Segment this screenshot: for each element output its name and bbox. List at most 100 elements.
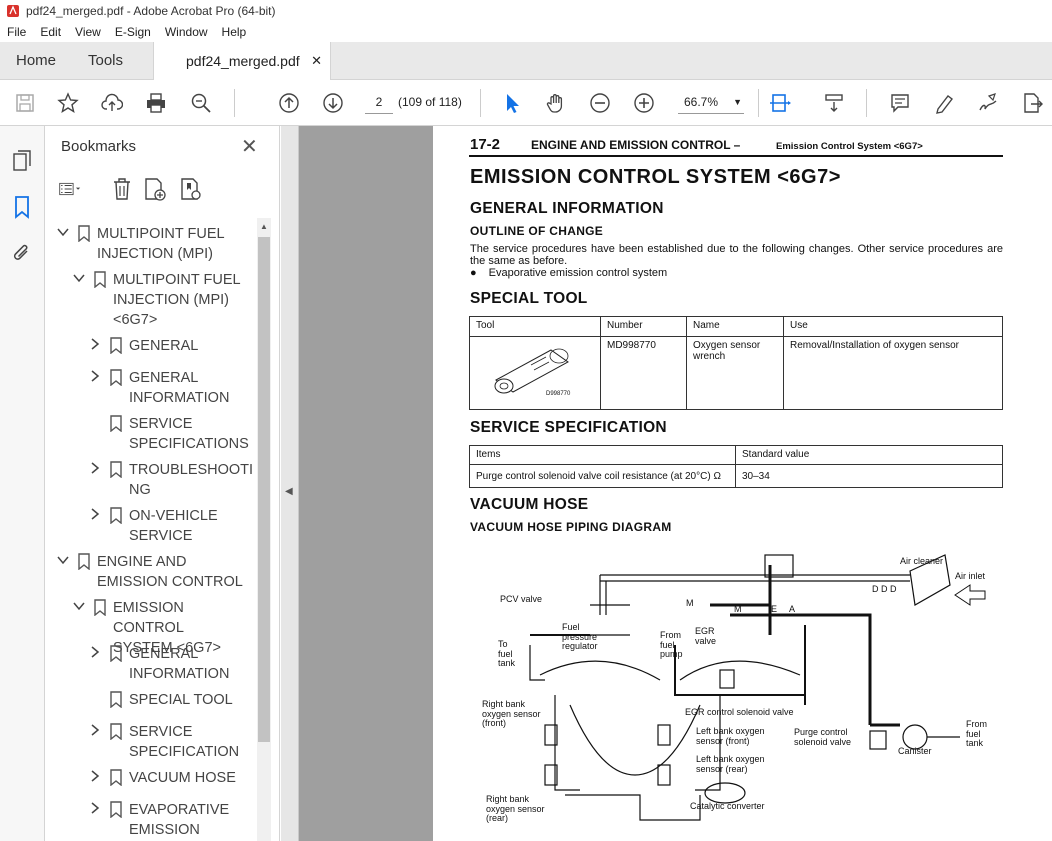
- tab-bar: Home Tools pdf24_merged.pdf ✕: [0, 42, 1052, 81]
- hand-tool-icon[interactable]: [544, 91, 568, 115]
- diagram-drawing: [529, 554, 986, 821]
- comment-icon[interactable]: [888, 91, 912, 115]
- bookmark-search-icon[interactable]: [179, 176, 203, 202]
- chevron-right-icon[interactable]: [89, 646, 101, 658]
- menu-file[interactable]: File: [0, 25, 33, 39]
- bookmark-item[interactable]: GENERAL INFORMATION: [89, 368, 257, 412]
- chevron-right-icon[interactable]: [89, 338, 101, 350]
- chevron-right-icon[interactable]: [89, 770, 101, 782]
- highlight-pen-icon[interactable]: [932, 91, 956, 115]
- chevron-down-icon[interactable]: [73, 272, 85, 284]
- prev-page-icon[interactable]: [277, 91, 301, 115]
- menu-help[interactable]: Help: [215, 25, 254, 39]
- toolbar-divider: [234, 89, 235, 117]
- bookmark-label: GENERAL: [129, 338, 199, 354]
- fit-page-icon[interactable]: [768, 91, 792, 115]
- zoom-select[interactable]: 66.7% ▼: [678, 90, 744, 114]
- menu-edit[interactable]: Edit: [33, 25, 68, 39]
- chevron-down-icon[interactable]: [73, 600, 85, 612]
- chevron-down-icon: ▼: [733, 97, 742, 107]
- heading-service-spec: SERVICE SPECIFICATION: [470, 419, 667, 436]
- print-icon[interactable]: [144, 91, 168, 115]
- heading-vacuum-hose: VACUUM HOSE: [470, 496, 589, 513]
- label-purge-solenoid: Purge control solenoid valve: [794, 727, 852, 747]
- zoom-in-icon[interactable]: [632, 91, 656, 115]
- scroll-up-icon[interactable]: ▲: [260, 222, 268, 231]
- chevron-right-icon[interactable]: [89, 508, 101, 520]
- zoom-out-icon[interactable]: [588, 91, 612, 115]
- service-spec-table: Items Standard value Purge control solen…: [469, 445, 1003, 488]
- menu-window[interactable]: Window: [158, 25, 215, 39]
- heading-piping-diagram: VACUUM HOSE PIPING DIAGRAM: [470, 520, 672, 534]
- title-bar: pdf24_merged.pdf - Adobe Acrobat Pro (64…: [0, 0, 1052, 22]
- label-egr-solenoid: EGR control solenoid valve: [685, 707, 794, 717]
- chevron-down-icon[interactable]: [57, 554, 69, 566]
- scroll-mode-icon[interactable]: [822, 91, 846, 115]
- chevron-right-icon[interactable]: [89, 724, 101, 736]
- th-tool: Tool: [469, 316, 601, 337]
- acrobat-app-icon: [7, 5, 19, 17]
- bookmark-item[interactable]: TROUBLESHOOTI NG: [89, 460, 257, 504]
- chevron-right-icon[interactable]: [89, 802, 101, 814]
- tool-use: Removal/Installation of oxygen sensor: [783, 336, 1003, 410]
- label-egr-valve: EGR valve: [695, 626, 717, 646]
- scrollbar-thumb[interactable]: [258, 237, 270, 742]
- chevron-right-icon[interactable]: [89, 462, 101, 474]
- page-number-input[interactable]: 2: [365, 90, 393, 114]
- bookmarks-title: Bookmarks: [61, 138, 137, 155]
- next-page-icon[interactable]: [321, 91, 345, 115]
- bookmark-item[interactable]: MULTIPOINT FUEL INJECTION (MPI): [57, 224, 257, 268]
- chevron-right-icon[interactable]: [89, 370, 101, 382]
- options-menu-icon[interactable]: [59, 176, 83, 202]
- tool-name: Oxygen sensor wrench: [686, 336, 784, 410]
- th-items: Items: [469, 445, 736, 465]
- label-from-fuel-tank: From fuel tank: [966, 719, 987, 748]
- bookmark-label: ENGINE AND EMISSION CONTROL: [97, 554, 243, 590]
- label-m1: M: [686, 598, 694, 608]
- bookmark-item[interactable]: EVAPORATIVE EMISSION: [89, 800, 257, 841]
- label-canister: Canister: [898, 746, 932, 756]
- bullet-item: ● Evaporative emission control system: [470, 267, 667, 279]
- close-panel-button[interactable]: ✕: [241, 134, 258, 159]
- bookmark-star-icon[interactable]: [56, 91, 80, 115]
- bookmark-label: EVAPORATIVE EMISSION: [129, 802, 230, 838]
- label-ddd: D D D: [872, 584, 897, 594]
- page-thumbnails-icon[interactable]: [10, 148, 34, 172]
- upload-cloud-icon[interactable]: [100, 91, 124, 115]
- delete-bookmark-icon[interactable]: [110, 176, 134, 202]
- chevron-down-icon[interactable]: [57, 226, 69, 238]
- bookmark-item[interactable]: GENERAL INFORMATION: [89, 644, 257, 688]
- tool-number: MD998770: [600, 336, 687, 410]
- bookmark-label: GENERAL INFORMATION: [129, 370, 230, 406]
- select-cursor-icon[interactable]: [500, 91, 524, 115]
- bookmark-item[interactable]: ENGINE AND EMISSION CONTROL: [57, 552, 257, 596]
- label-right-bank-front: Right bank oxygen sensor (front): [482, 699, 541, 728]
- page-header-number: 17-2: [470, 136, 501, 153]
- bookmark-item[interactable]: SERVICE SPECIFICATION: [89, 722, 257, 766]
- tab-home[interactable]: Home: [16, 42, 56, 80]
- bookmark-item[interactable]: ON-VEHICLE SERVICE: [89, 506, 257, 550]
- tab-tools[interactable]: Tools: [88, 42, 123, 80]
- vacuum-hose-diagram: Air cleaner Air inlet PCV valve Fuel pre…: [470, 545, 1003, 835]
- bookmark-item[interactable]: SERVICE SPECIFICATIONS: [89, 414, 257, 458]
- th-name: Name: [686, 316, 784, 337]
- zoom-search-icon[interactable]: [189, 91, 213, 115]
- export-icon[interactable]: [1020, 91, 1044, 115]
- label-fuel-regulator: Fuel pressure regulator: [562, 622, 598, 651]
- spec-value: 30–34: [735, 464, 1003, 488]
- tab-close-button[interactable]: ✕: [311, 42, 322, 80]
- spec-item: Purge control solenoid valve coil resist…: [469, 464, 736, 488]
- left-rail: [0, 126, 45, 841]
- collapse-panel-handle[interactable]: ◀: [281, 126, 299, 841]
- menu-view[interactable]: View: [68, 25, 108, 39]
- save-icon[interactable]: [13, 91, 37, 115]
- new-bookmark-icon[interactable]: [143, 176, 167, 202]
- bookmark-item[interactable]: MULTIPOINT FUEL INJECTION (MPI) <6G7>: [73, 270, 257, 328]
- bookmark-item[interactable]: EMISSION CONTROL SYSTEM <6G7>: [73, 598, 257, 656]
- attachments-icon[interactable]: [10, 241, 34, 265]
- bookmarks-panel-icon[interactable]: [10, 195, 34, 219]
- tab-document[interactable]: pdf24_merged.pdf ✕: [153, 42, 331, 81]
- tab-document-label: pdf24_merged.pdf: [186, 53, 300, 69]
- sign-icon[interactable]: [976, 91, 1000, 115]
- menu-esign[interactable]: E-Sign: [108, 25, 158, 39]
